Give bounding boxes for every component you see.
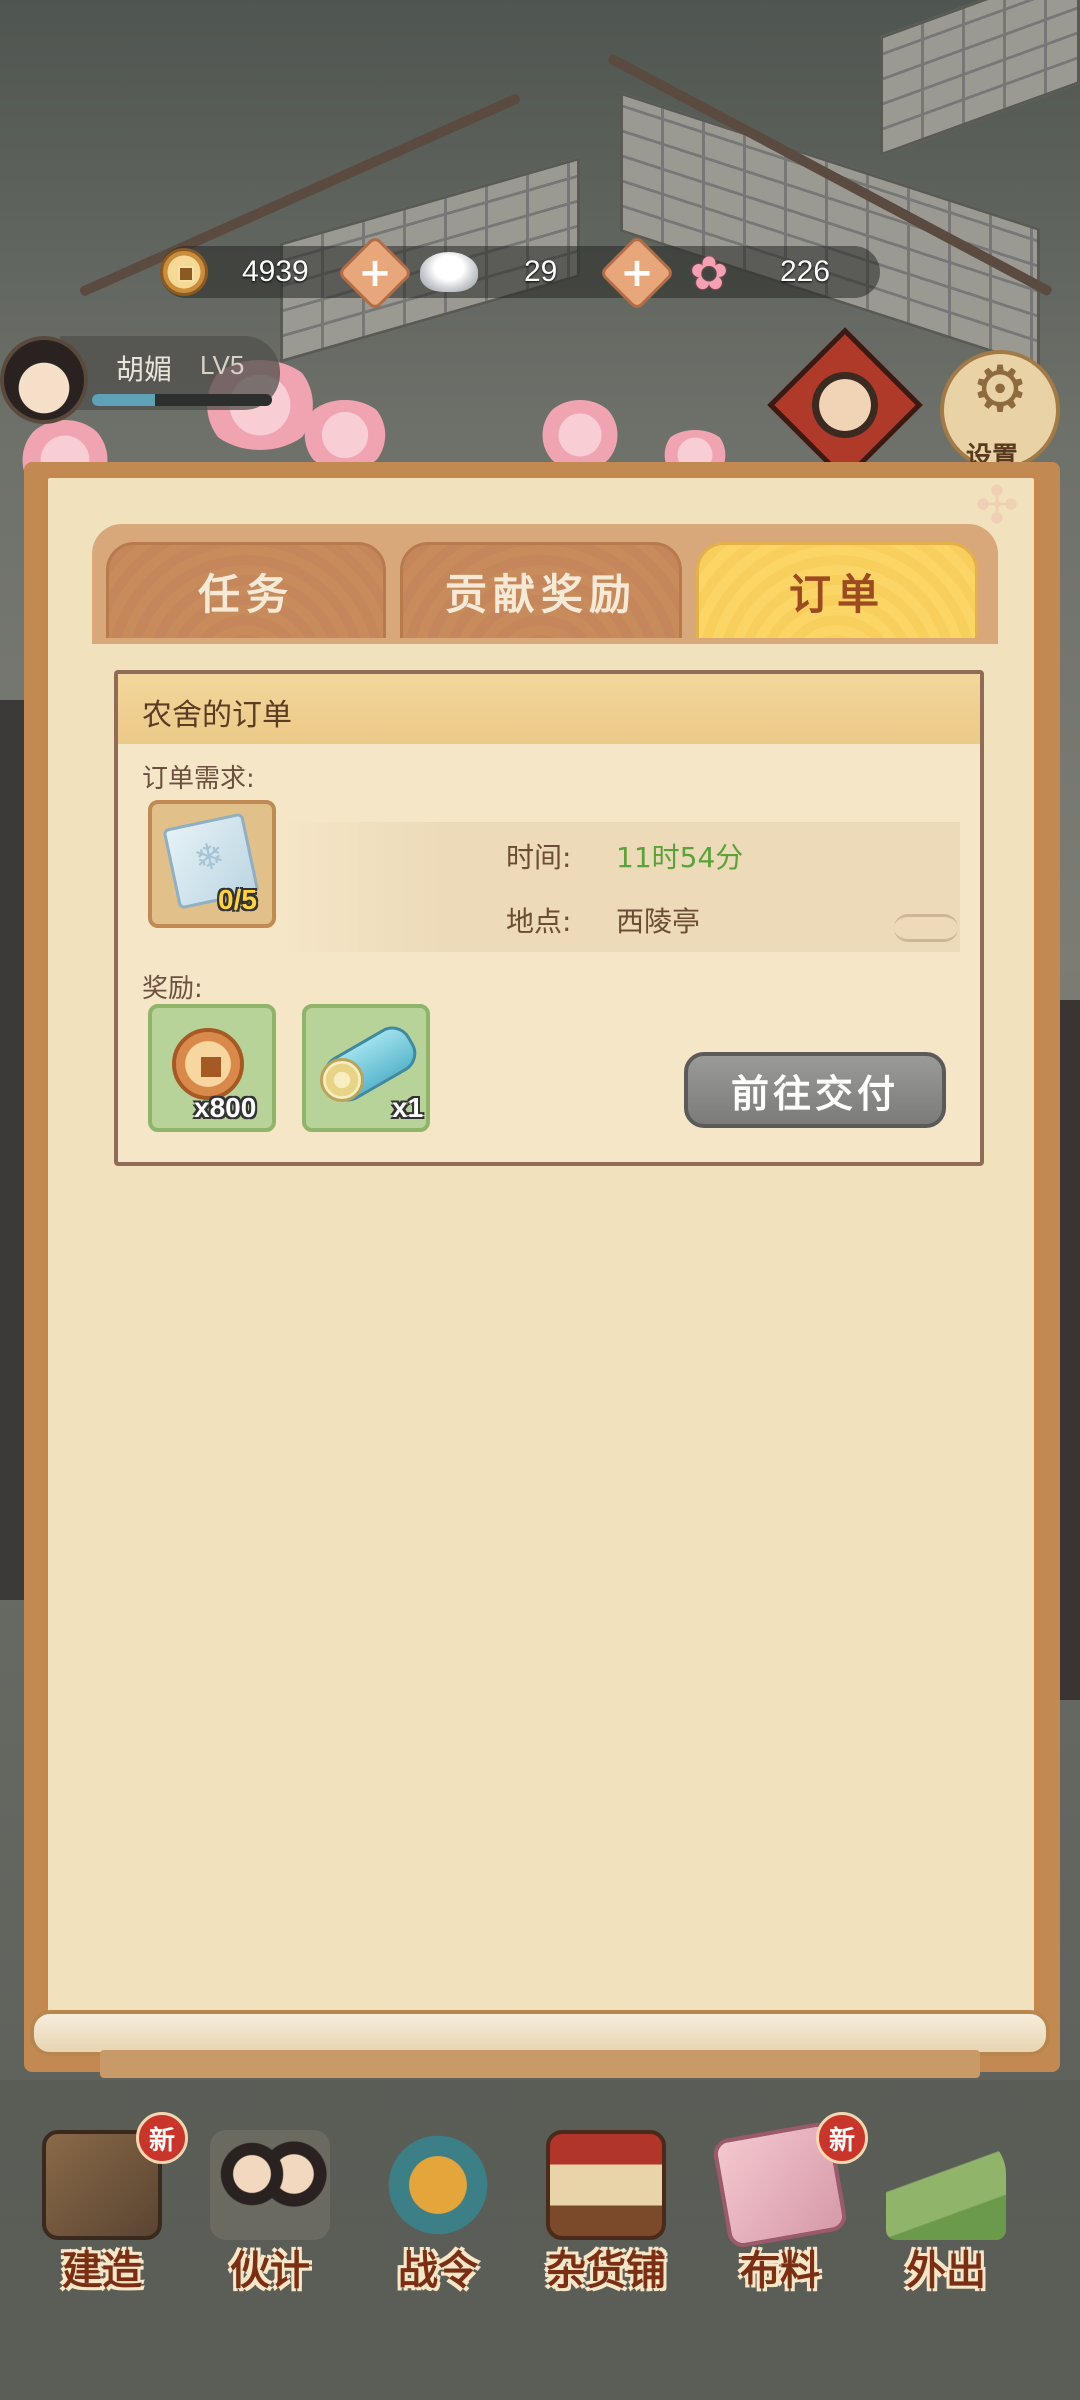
experience-fill [92, 394, 155, 406]
nav-label: 布料 [740, 2247, 820, 2294]
log-end-icon [320, 1058, 364, 1102]
experience-bar [92, 394, 272, 406]
nav-fabric[interactable]: 布料 新 [700, 2112, 868, 2320]
go-deliver-button[interactable]: 前往交付 [684, 1052, 946, 1128]
nav-label: 建造 [62, 2247, 142, 2294]
copper-count: 4939 [242, 255, 309, 288]
cherry-blossom [540, 400, 620, 470]
nav-label: 战令 [398, 2247, 478, 2294]
nav-label: 伙计 [230, 2247, 310, 2294]
plus-icon: + [620, 250, 654, 296]
new-badge: 新 [816, 2112, 868, 2164]
nav-label: 外出 [906, 2247, 986, 2294]
stone-wall [880, 0, 1080, 157]
nav-outing[interactable]: 外出 [866, 2120, 1026, 2320]
silver-count: 29 [524, 255, 558, 288]
avatar[interactable] [0, 336, 88, 424]
staff-icon [210, 2130, 330, 2240]
tab-contribution-rewards[interactable]: 贡献奖励 [400, 542, 682, 638]
battle-pass-icon [378, 2130, 498, 2240]
nav-staff[interactable]: 伙计 [190, 2120, 350, 2320]
reward-quantity: x800 [194, 1092, 257, 1123]
location-value: 西陵亭 [616, 905, 701, 938]
location-label: 地点: [506, 905, 572, 938]
reward-label: 奖励: [142, 974, 203, 1004]
store-icon [546, 2130, 666, 2240]
time-label: 时间: [506, 841, 572, 874]
tab-label: 贡献奖励 [444, 570, 637, 619]
requirement-progress: 0/5 [218, 884, 257, 915]
nav-battle-pass[interactable]: 战令 [358, 2120, 518, 2320]
player-level: LV5 [200, 350, 245, 380]
plus-icon: + [358, 250, 392, 296]
reward-quantity: x1 [392, 1092, 424, 1123]
cherry-blossom [300, 400, 390, 470]
boss-face-icon [812, 372, 878, 438]
copper-coin-icon [160, 248, 208, 296]
tab-orders[interactable]: 订单 [696, 542, 978, 638]
nav-build[interactable]: 建造 新 [22, 2112, 188, 2320]
tab-tasks[interactable]: 任务 [106, 542, 386, 638]
scroll-base [100, 2050, 980, 2078]
cloud-deco-icon [894, 914, 958, 942]
tab-label: 任务 [197, 570, 294, 619]
silver-ingot-icon [420, 252, 478, 292]
new-badge: 新 [136, 2112, 188, 2164]
copper-coin-icon [172, 1028, 244, 1100]
stone-wall [620, 91, 1040, 369]
mountain-icon [886, 2130, 1006, 2240]
nav-general-store[interactable]: 杂货铺 [526, 2120, 686, 2320]
blossom-count: 226 [780, 255, 831, 288]
requirement-label: 订单需求: [142, 764, 255, 794]
tab-label: 订单 [788, 570, 885, 619]
nav-label: 杂货铺 [546, 2247, 666, 2294]
time-value: 11时54分 [616, 841, 744, 874]
gear-icon: ⚙ [971, 353, 1029, 427]
order-title: 农舍的订单 [142, 698, 292, 733]
player-name: 胡媚 [116, 353, 173, 386]
blossom-icon: ✿ [689, 246, 729, 300]
